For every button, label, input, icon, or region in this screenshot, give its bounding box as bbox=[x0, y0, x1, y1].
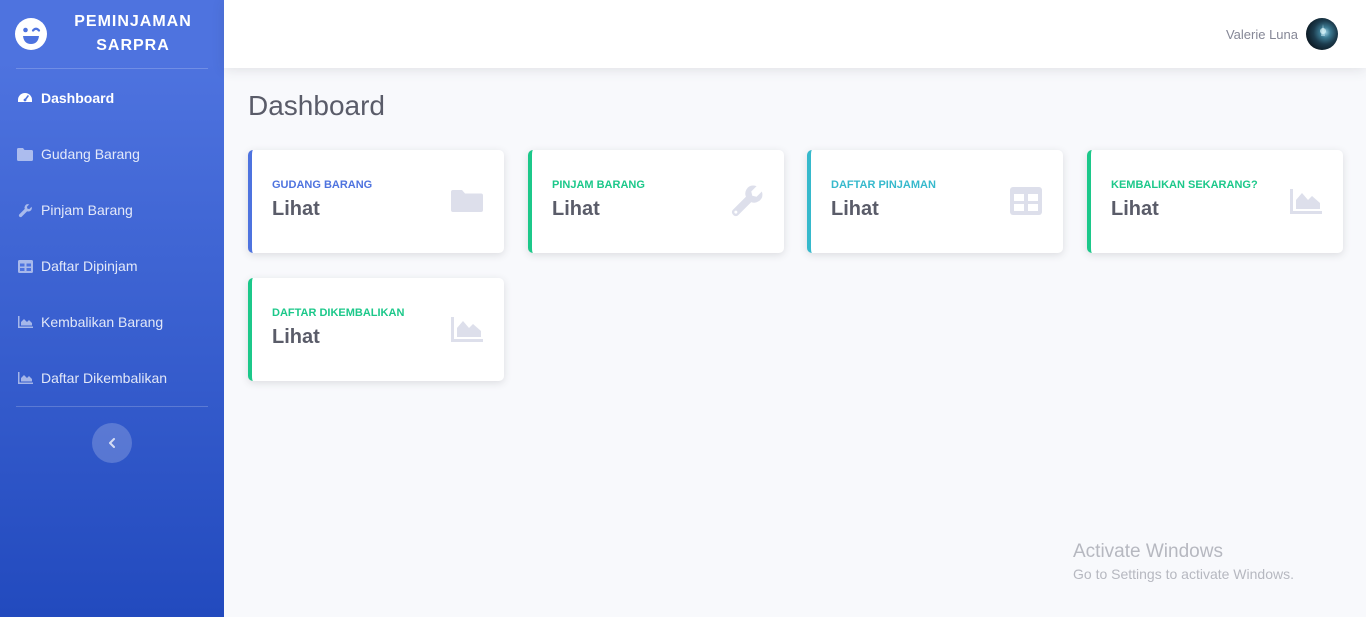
card-label: DAFTAR DIKEMBALIKAN bbox=[272, 307, 405, 319]
area-chart-icon bbox=[17, 315, 33, 329]
laugh-wink-icon bbox=[15, 18, 47, 50]
brand-link[interactable]: PEMINJAMAN SARPRA bbox=[0, 0, 224, 68]
sidebar-item-pinjam-barang[interactable]: Pinjam Barang bbox=[0, 182, 224, 238]
card-label: GUDANG BARANG bbox=[272, 179, 373, 191]
topbar: Valerie Luna bbox=[224, 0, 1366, 68]
sidebar-toggle-wrap bbox=[0, 407, 224, 463]
watermark-title: Activate Windows bbox=[1073, 541, 1223, 562]
card-label: PINJAM BARANG bbox=[552, 179, 645, 191]
card-value[interactable]: Lihat bbox=[272, 326, 320, 349]
card-value[interactable]: Lihat bbox=[552, 198, 600, 221]
area-chart-icon bbox=[17, 371, 33, 385]
sidebar-item-kembalikan-barang[interactable]: Kembalikan Barang bbox=[0, 294, 224, 350]
card-value[interactable]: Lihat bbox=[272, 198, 320, 221]
sidebar-nav: Dashboard Gudang Barang Pinjam Barang Da… bbox=[0, 69, 224, 406]
card-label: KEMBALIKAN SEKARANG? bbox=[1111, 179, 1258, 191]
table-icon bbox=[1010, 187, 1042, 215]
sidebar-item-label: Kembalikan Barang bbox=[41, 314, 164, 330]
brand-line-1: PEMINJAMAN bbox=[74, 13, 192, 30]
user-name[interactable]: Valerie Luna bbox=[1226, 27, 1298, 42]
card-value[interactable]: Lihat bbox=[831, 198, 879, 221]
card-label: DAFTAR PINJAMAN bbox=[831, 179, 936, 191]
card-daftar-dikembalikan[interactable]: DAFTAR DIKEMBALIKAN Lihat bbox=[248, 278, 504, 381]
card-pinjam-barang[interactable]: PINJAM BARANG Lihat bbox=[528, 150, 784, 253]
card-daftar-pinjaman[interactable]: DAFTAR PINJAMAN Lihat bbox=[807, 150, 1063, 253]
avatar[interactable] bbox=[1306, 18, 1338, 50]
wrench-icon bbox=[17, 203, 33, 217]
sidebar-item-label: Daftar Dikembalikan bbox=[41, 370, 168, 386]
sidebar-item-label: Daftar Dipinjam bbox=[41, 258, 138, 274]
sidebar-toggle-button[interactable] bbox=[92, 423, 132, 463]
area-chart-icon bbox=[451, 317, 483, 342]
sidebar-item-dashboard[interactable]: Dashboard bbox=[0, 70, 224, 126]
table-icon bbox=[17, 259, 33, 273]
sidebar-item-label: Gudang Barang bbox=[41, 146, 140, 162]
sidebar-item-label: Dashboard bbox=[41, 90, 115, 106]
area-chart-icon bbox=[1290, 189, 1322, 214]
sidebar-item-daftar-dipinjam[interactable]: Daftar Dipinjam bbox=[0, 238, 224, 294]
card-kembalikan-sekarang[interactable]: KEMBALIKAN SEKARANG? Lihat bbox=[1087, 150, 1343, 253]
wrench-icon bbox=[731, 185, 763, 217]
brand-line-2: SARPRA bbox=[96, 37, 170, 54]
card-gudang-barang[interactable]: GUDANG BARANG Lihat bbox=[248, 150, 504, 253]
page-title: Dashboard bbox=[248, 90, 385, 121]
windows-activation-watermark: Activate Windows Go to Settings to activ… bbox=[1073, 541, 1294, 582]
folder-icon bbox=[17, 147, 33, 161]
watermark-subtitle[interactable]: Go to Settings to activate Windows. bbox=[1073, 566, 1294, 582]
sidebar-item-label: Pinjam Barang bbox=[41, 202, 133, 218]
sidebar-item-daftar-dikembalikan[interactable]: Daftar Dikembalikan bbox=[0, 350, 224, 406]
brand-text: PEMINJAMAN SARPRA bbox=[58, 10, 208, 58]
chevron-left-icon bbox=[109, 438, 115, 448]
tachometer-icon bbox=[17, 91, 33, 105]
sidebar-item-gudang-barang[interactable]: Gudang Barang bbox=[0, 126, 224, 182]
sidebar: PEMINJAMAN SARPRA Dashboard Gudang Baran… bbox=[0, 0, 224, 617]
folder-icon bbox=[451, 190, 483, 212]
card-value[interactable]: Lihat bbox=[1111, 198, 1159, 221]
